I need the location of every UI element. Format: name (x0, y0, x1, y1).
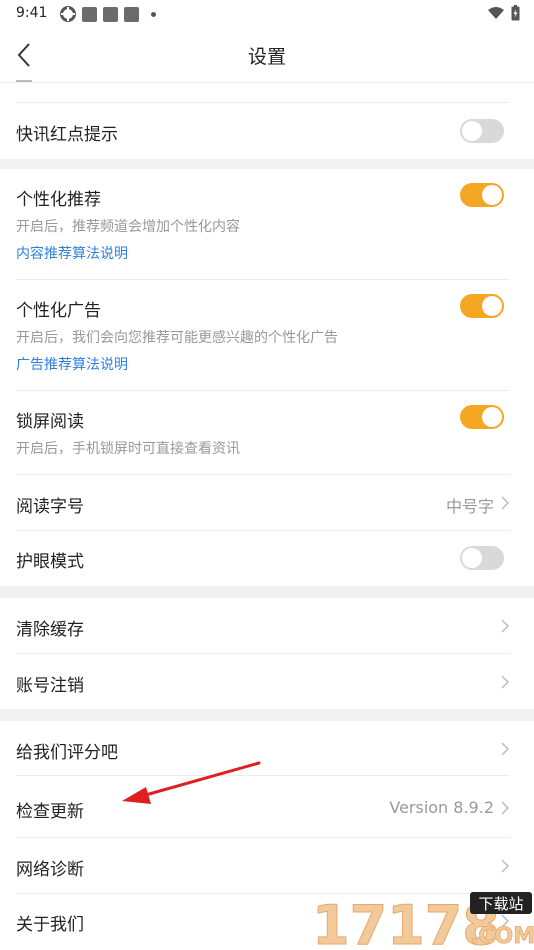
watermark-logo: 17178 下载站 .COM (312, 892, 534, 950)
watermark-domain: .COM (470, 924, 534, 949)
annotation-arrow-icon (122, 761, 261, 804)
watermark-tag: 下载站 (478, 895, 523, 913)
